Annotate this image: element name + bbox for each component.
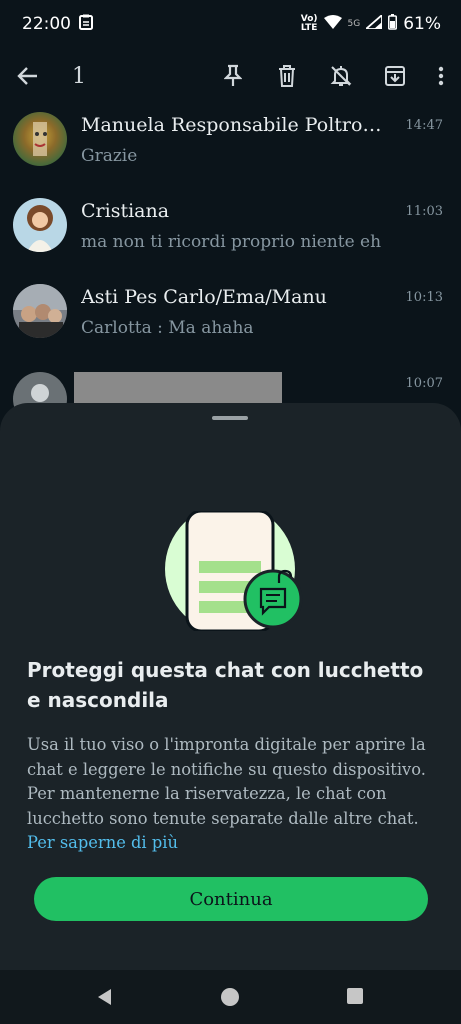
- sheet-title: Proteggi questa chat con lucchetto e nas…: [27, 658, 424, 712]
- sheet-description: Usa il tuo viso o l'impronta digitale pe…: [27, 735, 426, 828]
- sheet-body: Usa il tuo viso o l'impronta digitale pe…: [27, 733, 437, 856]
- chat-row[interactable]: Manuela Responsabile Poltron... 14:47 Gr…: [0, 104, 461, 190]
- chat-time: 10:07: [405, 376, 443, 391]
- nav-back-icon[interactable]: [95, 987, 115, 1011]
- selected-count: 1: [72, 63, 86, 89]
- chat-name: Cristiana: [81, 200, 170, 222]
- chat-name: Manuela Responsabile Poltron...: [81, 114, 391, 136]
- mute-icon[interactable]: [327, 62, 355, 90]
- redacted-name: [74, 372, 282, 406]
- delete-icon[interactable]: [273, 62, 301, 90]
- status-bar: 22:00 Vo) LTE 5G 61%: [0, 0, 461, 48]
- drag-handle[interactable]: [212, 416, 248, 420]
- battery-percent: 61%: [403, 14, 441, 34]
- clock: 22:00: [22, 14, 71, 34]
- chat-row[interactable]: Cristiana 11:03 ma non ti ricordi propri…: [0, 190, 461, 276]
- back-arrow-icon[interactable]: [14, 62, 42, 90]
- chat-name: Asti Pes Carlo/Ema/Manu: [81, 286, 327, 308]
- nav-recents-icon[interactable]: [346, 987, 364, 1009]
- avatar[interactable]: [13, 198, 67, 252]
- volte-indicator: Vo) LTE: [301, 15, 318, 33]
- cell-signal-icon: [363, 13, 384, 33]
- avatar[interactable]: [13, 284, 67, 338]
- battery-icon: [388, 14, 398, 34]
- chat-time: 10:13: [405, 290, 443, 305]
- chat-lock-bottom-sheet: Proteggi questa chat con lucchetto e nas…: [0, 403, 461, 970]
- navigation-bar: [0, 970, 461, 1024]
- chat-preview: Carlotta : Ma ahaha: [81, 318, 254, 338]
- nav-home-icon[interactable]: [220, 987, 240, 1011]
- wifi-icon: [323, 15, 342, 33]
- chat-lock-illustration: [163, 504, 303, 634]
- network-type-label: 5G: [347, 19, 361, 29]
- archive-icon[interactable]: [381, 62, 409, 90]
- chat-list: Manuela Responsabile Poltron... 14:47 Gr…: [0, 104, 461, 448]
- more-icon[interactable]: [435, 62, 447, 90]
- avatar[interactable]: [13, 112, 67, 166]
- volte-bottom: LTE: [300, 23, 318, 33]
- pin-icon[interactable]: [219, 62, 247, 90]
- selection-action-bar: 1: [0, 48, 461, 104]
- chat-preview: Grazie: [81, 146, 138, 166]
- chat-time: 11:03: [405, 204, 443, 219]
- chat-preview: ma non ti ricordi proprio niente eh: [81, 232, 382, 252]
- learn-more-link[interactable]: Per saperne di più: [27, 833, 178, 852]
- chat-time: 14:47: [405, 118, 443, 133]
- continue-button[interactable]: Continua: [34, 877, 428, 921]
- chat-row[interactable]: Asti Pes Carlo/Ema/Manu 10:13 Carlotta :…: [0, 276, 461, 362]
- notification-clipboard-icon: [79, 14, 93, 35]
